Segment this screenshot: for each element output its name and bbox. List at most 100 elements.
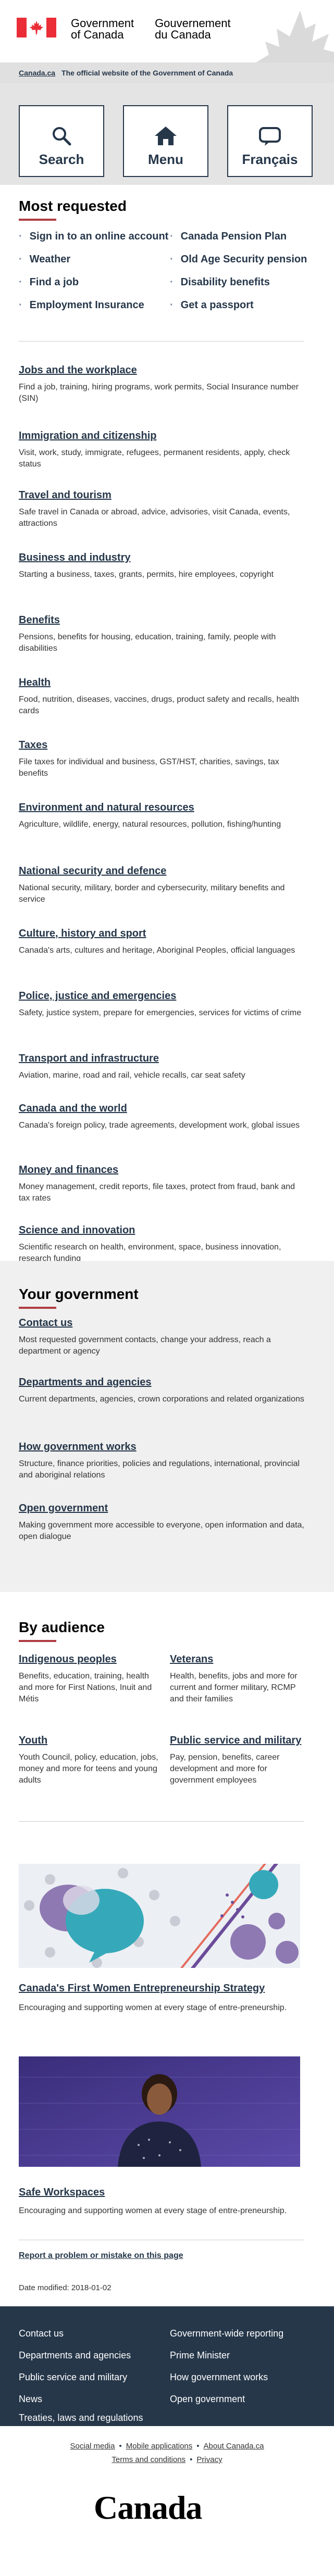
canada-wordmark: Canada [94,2489,202,2526]
topic-travel: Travel and tourism Safe travel in Canada … [19,489,308,529]
audience-link[interactable]: Public service and military [170,1735,311,1747]
topic-world: Canada and the world Canada's foreign pol… [19,1103,308,1131]
subfooter-row-2: Terms and conditions • Privacy [112,2455,222,2464]
heading-rule [19,1640,56,1642]
footer-link[interactable]: How government works [170,2372,268,2383]
footer-link[interactable]: Government-wide reporting [170,2328,283,2339]
topic-link[interactable]: Culture, history and sport [19,928,308,940]
footer-link[interactable]: Open government [170,2394,245,2405]
official-site-bar: Canada.ca The official website of the Go… [0,62,334,83]
most-requested-link[interactable]: · Old Age Security pension [170,254,307,266]
government-signature[interactable]: Government of Canada Gouvernement du Can… [17,18,231,41]
topic-link[interactable]: Jobs and the workplace [19,364,308,376]
subfooter-row-1: Social media • Mobile applications • About C… [70,2442,264,2451]
search-button[interactable]: Search [19,105,104,177]
heading-rule [19,1307,56,1309]
topic-link[interactable]: Transport and infrastructure [19,1053,308,1065]
language-toggle-label: Français [242,151,298,167]
safe-workspaces-promo-image[interactable] [19,2056,300,2167]
most-requested-link[interactable]: · Weather [19,254,70,266]
audience-public-service: Public service and military Pay, pension,… [170,1735,311,1786]
audience-youth: Youth Youth Council, policy, education, j… [19,1735,159,1786]
gov-item-contact: Contact us Most requested government cont… [19,1317,308,1357]
topic-link[interactable]: Police, justice and emergencies [19,990,308,1002]
gov-item-link[interactable]: How government works [19,1441,308,1453]
canada-flag-icon [17,18,56,37]
most-requested-link[interactable]: · Employment Insurance [19,299,144,311]
report-problem-link[interactable]: Report a problem or mistake on this page [19,2251,183,2261]
most-requested-link[interactable]: · Get a passport [170,299,254,311]
topic-jobs: Jobs and the workplace Find a job, traini… [19,364,308,405]
topic-money: Money and finances Money management, cred… [19,1164,308,1204]
topic-science: Science and innovation Scientific researc… [19,1224,308,1265]
search-button-label: Search [39,151,84,167]
audience-link[interactable]: Indigenous peoples [19,1653,159,1665]
gov-item-departments: Departments and agencies Current departme… [19,1377,308,1405]
topic-link[interactable]: Taxes [19,739,308,751]
promo-link[interactable]: Safe Workspaces [19,2187,105,2199]
most-requested-link[interactable]: · Canada Pension Plan [170,231,287,243]
topic-transport: Transport and infrastructure Aviation, ma… [19,1053,308,1081]
gov-item-open: Open government Making government more ac… [19,1502,308,1543]
official-site-tagline: The official website of the Government o… [61,69,233,77]
audience-link[interactable]: Veterans [170,1653,311,1665]
footer-link[interactable]: Treaties, laws and regulations [19,2413,143,2423]
privacy-link[interactable]: Privacy [196,2455,222,2464]
topic-link[interactable]: Health [19,677,308,689]
gov-item-link[interactable]: Open government [19,1502,308,1514]
most-requested-link[interactable]: · Sign in to an online account [19,231,168,243]
topic-police: Police, justice and emergencies Safety, j… [19,990,308,1019]
menu-button[interactable]: Menu [123,105,208,177]
topic-link[interactable]: Canada and the world [19,1103,308,1115]
topic-link[interactable]: Business and industry [19,552,308,564]
most-requested-link[interactable]: · Find a job [19,276,79,288]
your-government-heading: Your government [19,1286,139,1302]
topic-link[interactable]: Benefits [19,614,308,626]
search-icon [53,127,71,146]
gov-item-link[interactable]: Departments and agencies [19,1377,308,1388]
footer-link[interactable]: Contact us [19,2328,64,2339]
most-requested-link[interactable]: · Disability benefits [170,276,270,288]
gov-item-how-works: How government works Structure, finance p… [19,1441,308,1481]
women-entrepreneurship-promo-image[interactable] [19,1864,300,1968]
language-toggle-button[interactable]: Français [227,105,313,177]
footer-link[interactable]: Prime Minister [170,2350,230,2361]
topic-link[interactable]: Travel and tourism [19,489,308,501]
audience-veterans: Veterans Health, benefits, jobs and more … [170,1653,311,1705]
topic-culture: Culture, history and sport Canada's arts,… [19,928,308,956]
government-of-canada-text: Government of Canada [71,17,134,41]
footer-link[interactable]: News [19,2394,42,2405]
home-icon [155,127,177,145]
footer-link[interactable]: Departments and agencies [19,2350,131,2361]
topic-business: Business and industry Starting a business… [19,552,308,580]
footer-link[interactable]: Public service and military [19,2372,127,2383]
topic-link[interactable]: Science and innovation [19,1224,308,1236]
promo-description: Encouraging and supporting women at ever… [19,2003,287,2012]
site-footer: Contact us Departments and agencies Publ… [0,2306,334,2426]
most-requested-heading: Most requested [19,198,127,214]
topic-benefits: Benefits Pensions, benefits for housing, … [19,614,308,654]
gov-item-link[interactable]: Contact us [19,1317,308,1329]
canada-ca-link[interactable]: Canada.ca [19,69,55,77]
menu-button-label: Menu [148,151,183,167]
topic-link[interactable]: Money and finances [19,1164,308,1176]
terms-link[interactable]: Terms and conditions [112,2455,185,2464]
by-audience-heading: By audience [19,1619,105,1635]
promo-description: Encouraging and supporting women at ever… [19,2206,287,2215]
promo-link[interactable]: Canada's First Women Entrepreneurship St… [19,1982,265,1994]
audience-link[interactable]: Youth [19,1735,159,1747]
about-link[interactable]: About Canada.ca [204,2442,264,2451]
heading-rule [19,219,56,221]
topic-link[interactable]: National security and defence [19,865,308,877]
topic-environment: Environment and natural resources Agricul… [19,802,308,830]
nav-band: Search Menu Français [0,83,334,185]
section-divider [19,341,304,342]
site-header: Government of Canada Gouvernement du Can… [0,0,334,104]
topic-security: National security and defence National se… [19,865,308,905]
date-modified: Date modified: 2018-01-02 [19,2283,112,2292]
gouvernement-du-canada-text: Gouvernement du Canada [155,17,231,41]
mobile-apps-link[interactable]: Mobile applications [126,2442,193,2451]
social-media-link[interactable]: Social media [70,2442,115,2451]
topic-link[interactable]: Immigration and citizenship [19,430,308,442]
topic-link[interactable]: Environment and natural resources [19,802,308,814]
